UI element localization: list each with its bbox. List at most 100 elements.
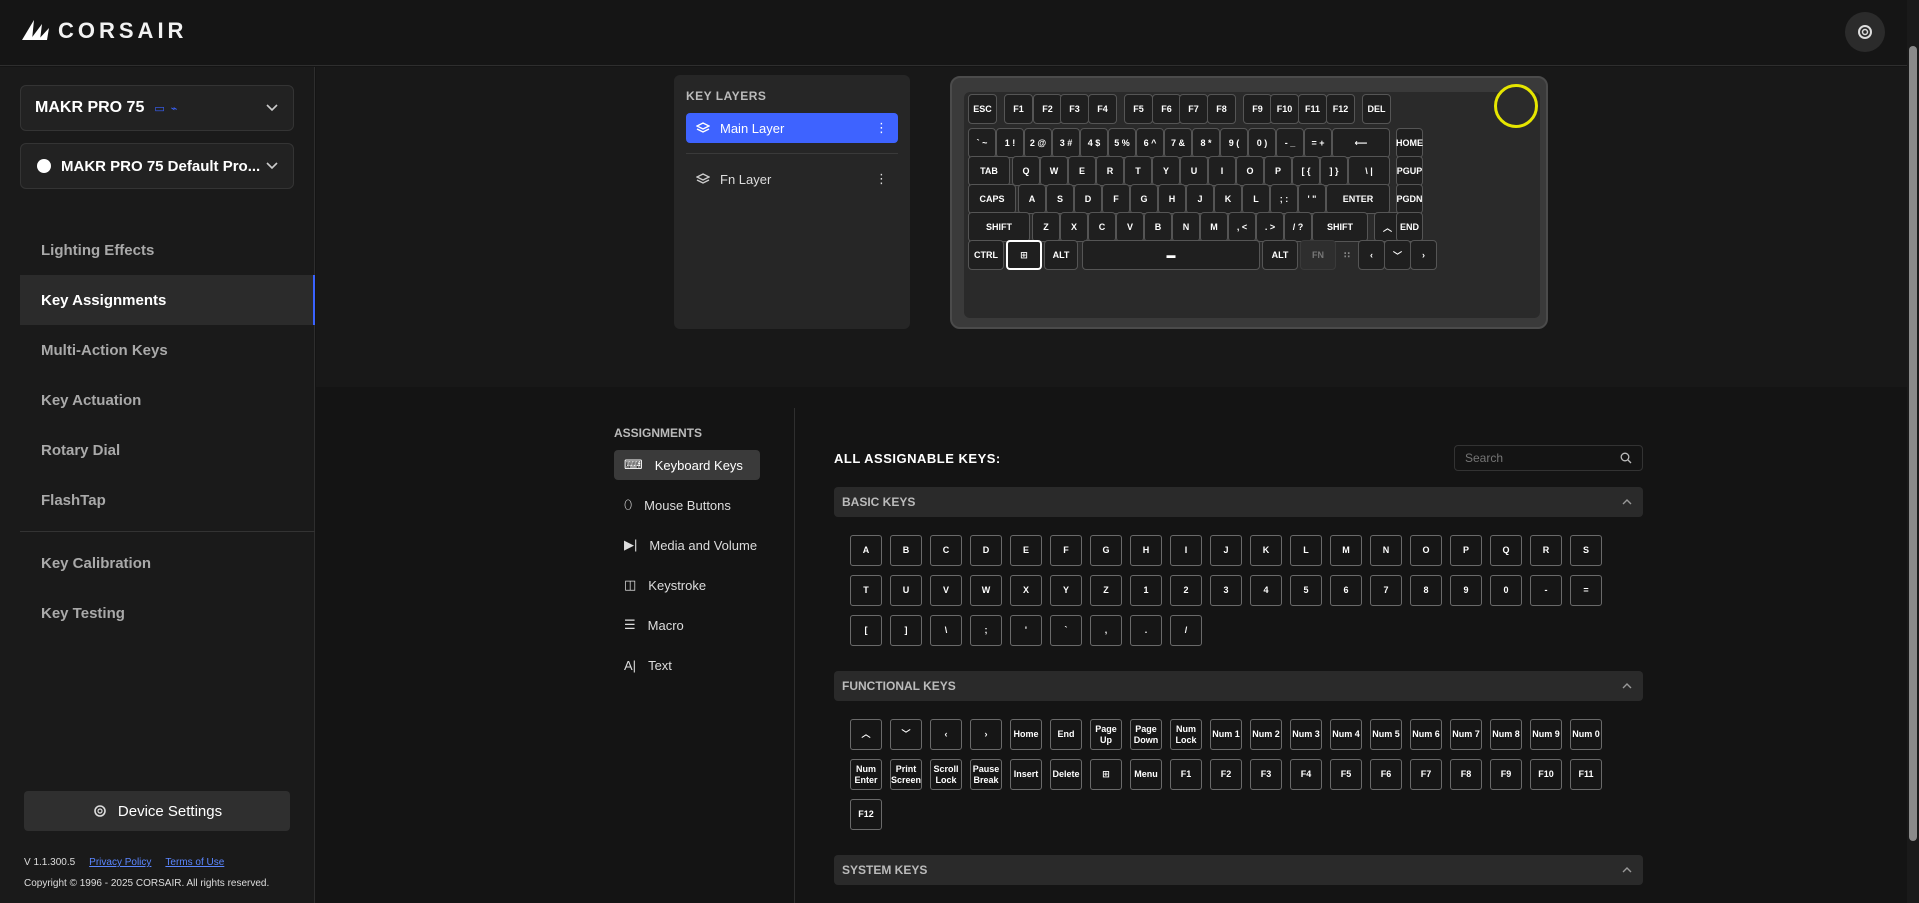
assignable-key[interactable]: Delete [1050, 759, 1082, 790]
keyboard-key[interactable]: ' " [1298, 184, 1326, 214]
scrollbar-thumb[interactable] [1909, 46, 1917, 841]
assignable-key[interactable]: W [970, 575, 1002, 606]
keyboard-key[interactable]: G [1130, 184, 1158, 214]
assignable-key[interactable]: V [930, 575, 962, 606]
sidebar-item-rotary-dial[interactable]: Rotary Dial [20, 425, 315, 475]
assignable-key[interactable]: Num 9 [1530, 719, 1562, 750]
keyboard-key[interactable]: P [1264, 156, 1292, 186]
assignable-key[interactable]: F3 [1250, 759, 1282, 790]
assignable-key[interactable]: O [1410, 535, 1442, 566]
keyboard-key[interactable]: CTRL [968, 240, 1004, 270]
keyboard-key[interactable]: L [1242, 184, 1270, 214]
assignable-key[interactable]: 8 [1410, 575, 1442, 606]
rotary-dial[interactable] [1494, 84, 1538, 128]
search-box[interactable] [1454, 445, 1643, 471]
assignable-key[interactable]: F7 [1410, 759, 1442, 790]
layer-main[interactable]: Main Layer ⋮ [686, 113, 898, 143]
assignable-key[interactable]: Num 4 [1330, 719, 1362, 750]
keyboard-key[interactable]: 6 ^ [1136, 128, 1164, 158]
assignable-key[interactable]: Menu [1130, 759, 1162, 790]
keyboard-key[interactable]: 2 @ [1024, 128, 1052, 158]
assignable-key[interactable]: U [890, 575, 922, 606]
assignable-key[interactable]: [ [850, 615, 882, 646]
assignable-key[interactable]: S [1570, 535, 1602, 566]
assignable-key[interactable]: N [1370, 535, 1402, 566]
assignable-key[interactable]: 9 [1450, 575, 1482, 606]
keyboard-key[interactable]: W [1040, 156, 1068, 186]
assignable-key[interactable]: Num Lock [1170, 719, 1202, 750]
search-input[interactable] [1465, 451, 1605, 465]
assignable-key[interactable]: . [1130, 615, 1162, 646]
assignable-key[interactable]: \ [930, 615, 962, 646]
sidebar-item-key-calibration[interactable]: Key Calibration [20, 538, 315, 588]
assignable-key[interactable]: B [890, 535, 922, 566]
assignable-key[interactable]: G [1090, 535, 1122, 566]
keyboard-key[interactable]: F7 [1179, 94, 1208, 124]
assignable-key[interactable]: Num 1 [1210, 719, 1242, 750]
assignable-key[interactable]: Print Screen [890, 759, 922, 790]
assignable-key[interactable]: F4 [1290, 759, 1322, 790]
assignable-key[interactable]: A [850, 535, 882, 566]
assignable-key[interactable]: 6 [1330, 575, 1362, 606]
keyboard-key[interactable]: D [1074, 184, 1102, 214]
keyboard-key[interactable]: F8 [1207, 94, 1236, 124]
keyboard-key[interactable]: A [1018, 184, 1046, 214]
keyboard-key[interactable]: ] } [1320, 156, 1348, 186]
sidebar-item-flashtap[interactable]: FlashTap [20, 475, 315, 525]
sidebar-item-multi-action-keys[interactable]: Multi-Action Keys [20, 325, 315, 375]
assignable-key[interactable]: P [1450, 535, 1482, 566]
keyboard-key[interactable]: 8 * [1192, 128, 1220, 158]
keyboard-key[interactable]: V [1116, 212, 1144, 242]
app-settings-button[interactable] [1845, 12, 1885, 52]
keyboard-key[interactable]: F1 [1004, 94, 1033, 124]
assignable-key[interactable]: J [1210, 535, 1242, 566]
keyboard-key[interactable]: F3 [1060, 94, 1089, 124]
assignable-key[interactable]: E [1010, 535, 1042, 566]
keyboard-key[interactable]: , < [1228, 212, 1256, 242]
assignable-key[interactable]: F6 [1370, 759, 1402, 790]
assignable-key[interactable]: Num 0 [1570, 719, 1602, 750]
keyboard-key[interactable]: ENTER [1326, 184, 1390, 214]
assignment-keystroke[interactable]: ◫ Keystroke [614, 570, 760, 600]
keyboard-key[interactable]: \ | [1348, 156, 1390, 186]
keyboard-key[interactable]: / ? [1284, 212, 1312, 242]
keyboard-key[interactable]: PGUP [1396, 156, 1423, 186]
keyboard-key[interactable]: Z [1032, 212, 1060, 242]
keyboard-key[interactable]: ; : [1270, 184, 1298, 214]
assignable-key[interactable]: Num Enter [850, 759, 882, 790]
keyboard-key[interactable]: PGDN [1396, 184, 1423, 214]
keyboard-key[interactable]: J [1186, 184, 1214, 214]
keyboard-key[interactable]: T [1124, 156, 1152, 186]
assignable-key[interactable]: Num 8 [1490, 719, 1522, 750]
assignable-key[interactable]: 0 [1490, 575, 1522, 606]
keyboard-key[interactable]: H [1158, 184, 1186, 214]
assignable-key[interactable]: F10 [1530, 759, 1562, 790]
privacy-policy-link[interactable]: Privacy Policy [89, 857, 151, 868]
assignable-key[interactable]: 3 [1210, 575, 1242, 606]
keyboard-key[interactable]: 3 # [1052, 128, 1080, 158]
keyboard-key[interactable]: 1 ! [996, 128, 1024, 158]
keyboard-key[interactable]: F2 [1033, 94, 1062, 124]
keyboard-key[interactable]: = + [1304, 128, 1332, 158]
profile-selector[interactable]: MAKR PRO 75 Default Pro... [20, 143, 294, 189]
assignable-key[interactable]: X [1010, 575, 1042, 606]
keyboard-key[interactable]: SHIFT [968, 212, 1030, 242]
assignable-key[interactable]: M [1330, 535, 1362, 566]
keyboard-key[interactable]: M [1200, 212, 1228, 242]
assignable-key[interactable]: Y [1050, 575, 1082, 606]
keyboard-key[interactable]: END [1396, 212, 1423, 242]
keyboard-key[interactable]: O [1236, 156, 1264, 186]
assignable-key[interactable]: R [1530, 535, 1562, 566]
assignable-key[interactable]: ‹ [930, 719, 962, 750]
keyboard-key[interactable]: K [1214, 184, 1242, 214]
keyboard-key[interactable]: F4 [1088, 94, 1117, 124]
keyboard-key[interactable]: SHIFT [1312, 212, 1368, 242]
keyboard-key[interactable]: ∷ [1338, 240, 1356, 270]
keyboard-key[interactable]: I [1208, 156, 1236, 186]
assignable-key[interactable]: F9 [1490, 759, 1522, 790]
keyboard-key[interactable]: 9 ( [1220, 128, 1248, 158]
keyboard-key[interactable]: X [1060, 212, 1088, 242]
assignable-key[interactable]: Page Down [1130, 719, 1162, 750]
assignable-key[interactable]: Num 6 [1410, 719, 1442, 750]
keyboard-key[interactable]: HOME [1396, 128, 1423, 158]
